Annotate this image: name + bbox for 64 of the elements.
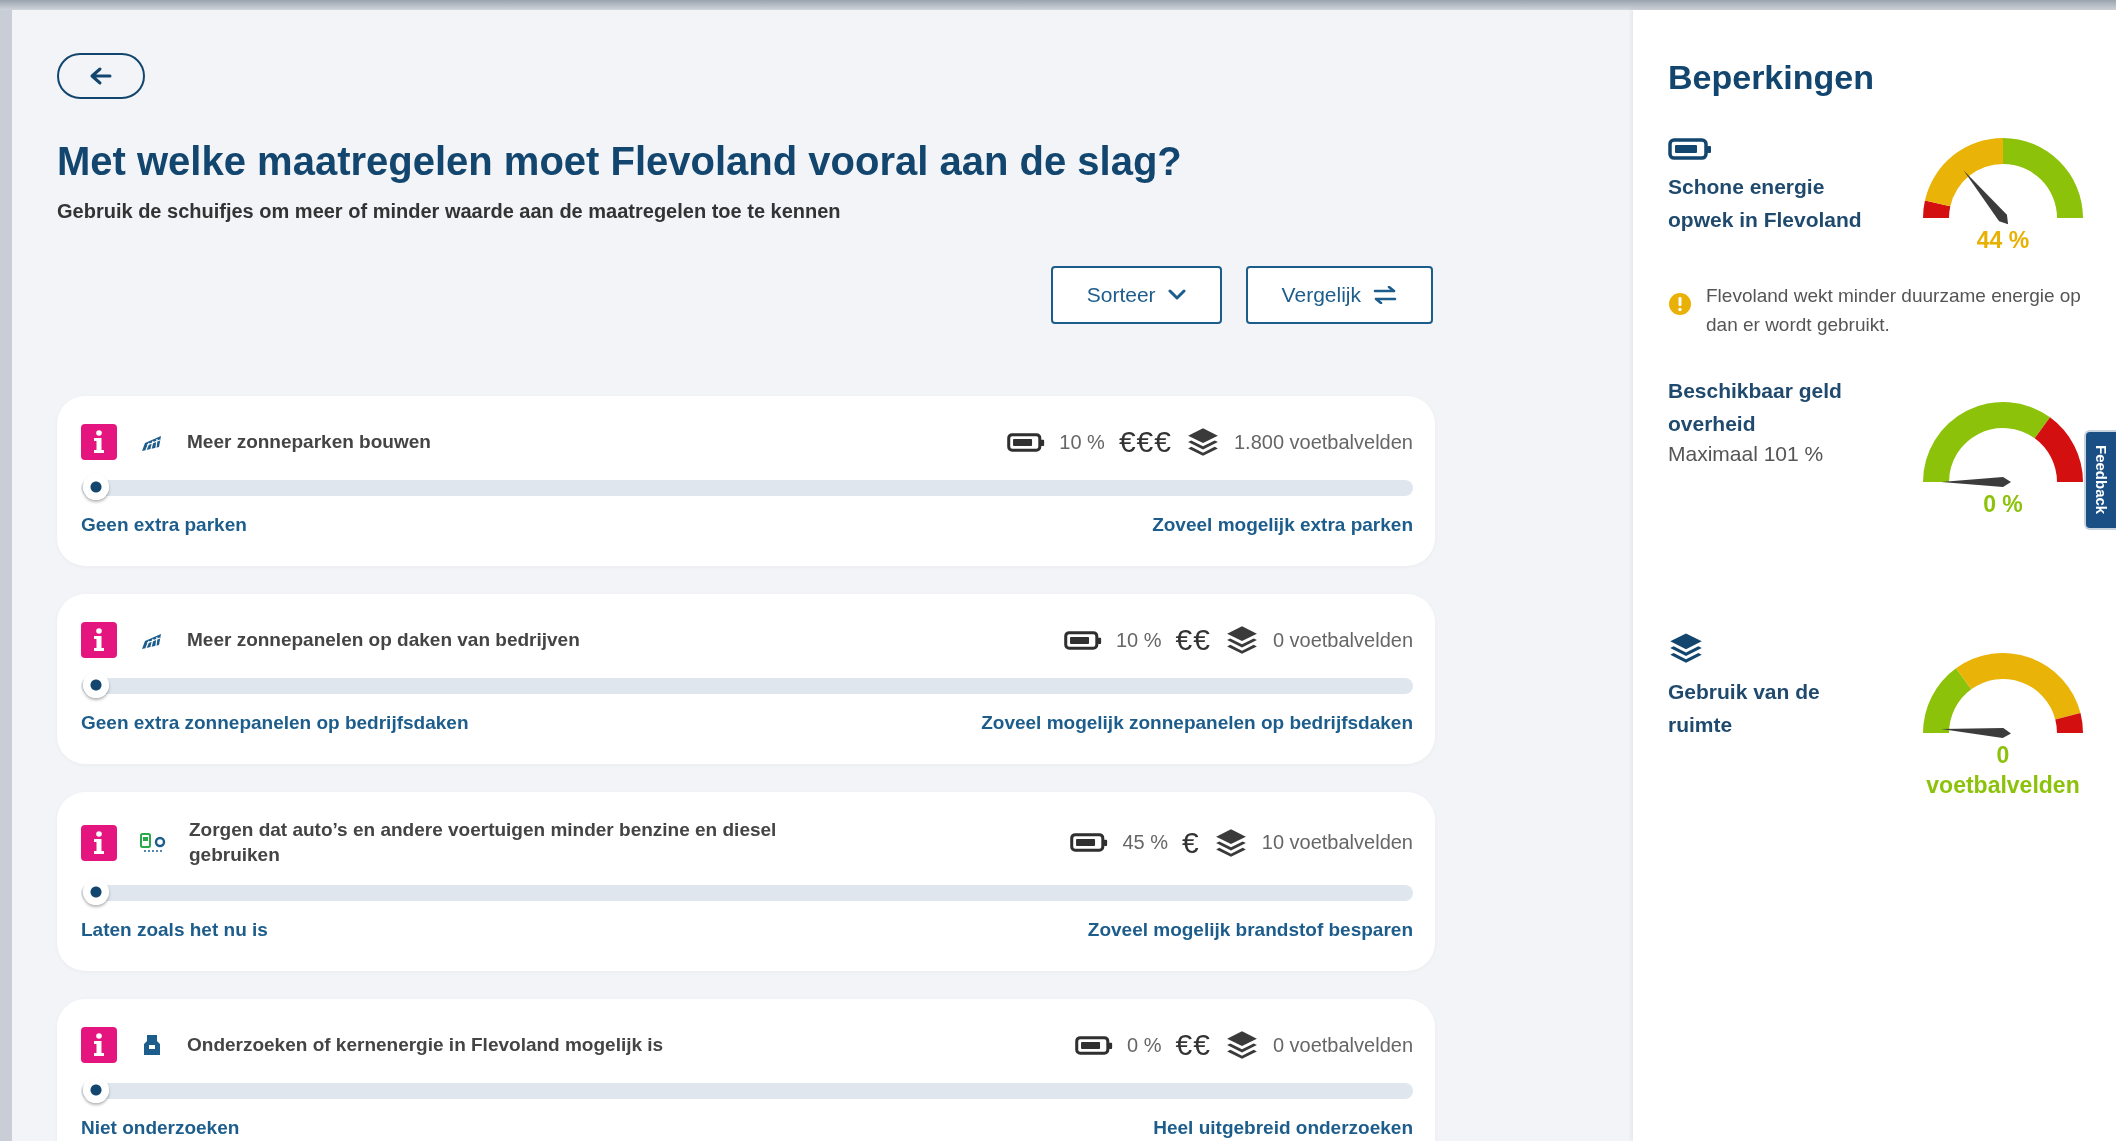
info-icon [81,824,117,861]
feedback-tab[interactable]: Feedback [2084,430,2116,530]
energy-share: 45 % [1122,831,1169,855]
slider-max-label: Zoveel mogelijk extra parken [1152,514,1413,536]
info-button[interactable] [81,824,117,861]
swap-arrows-icon [1373,286,1397,304]
info-icon [81,1027,117,1064]
gauge-reading: 44 % [1976,226,2030,256]
energy-share: 10 % [1115,628,1162,652]
slider-min-label: Niet onderzoeken [81,1117,240,1140]
gauge-reading: 0 voetbalvelden [1925,740,2081,800]
slider-min-label: Geen extra zonnepanelen op bedrijfsdaken [81,712,469,734]
info-icon [81,622,117,658]
energy-share: 10 % [1059,430,1105,454]
constraint-note: Maximaal 101 % [1668,442,1825,467]
battery-icon [1668,137,1712,162]
chevron-down-icon [1167,289,1186,301]
info-button[interactable] [81,1027,117,1064]
slider-thumb[interactable] [83,1077,109,1104]
slider-min-label: Laten zoals het nu is [81,919,268,942]
battery-icon [1007,431,1046,453]
energy-share: 0 % [1127,1033,1162,1057]
constraint-title: Gebruik van de ruimte [1668,678,1821,738]
page-title: Met welke maatregelen moet Flevoland vooral aan de slag? [57,139,1183,184]
cost-indicator: €€€ [1118,425,1172,459]
panel-title: Beperkingen [1668,58,1875,97]
slider-track[interactable] [81,672,1413,700]
info-button[interactable] [81,424,117,460]
layers-icon [1224,623,1259,657]
info-icon [81,424,117,460]
space-usage: 1.800 voetbalvelden [1233,430,1413,454]
sort-button[interactable]: Sorteer [1050,266,1222,324]
slider-thumb[interactable] [83,879,109,906]
cost-indicator: €€ [1175,1028,1211,1063]
measure-title: Meer zonnepanelen op daken van bedrijven [187,627,580,652]
slider-track[interactable] [81,474,1413,502]
warning-icon [1668,292,1692,317]
slider-max-label: Zoveel mogelijk brandstof besparen [1087,919,1413,942]
warning-text: Flevoland wekt minder duurzame energie op dan er wordt gebruikt. [1706,284,2082,337]
layers-icon [1185,425,1220,459]
info-button[interactable] [81,622,117,658]
measure-title: Meer zonneparken bouwen [187,429,431,454]
battery-icon [1070,832,1109,854]
slider-max-label: Heel uitgebreid onderzoeken [1153,1117,1413,1140]
measure-title: Onderzoeken of kernenergie in Flevoland mogelijk is [187,1033,664,1058]
measure-title: Zorgen dat auto’s en andere voertuigen minder benzine en diesel gebruiken [189,818,778,867]
slider-thumb[interactable] [83,672,109,698]
gauge-reading: 0 % [1983,490,2023,520]
slider-thumb[interactable] [83,474,109,500]
back-arrow-icon [88,66,114,86]
page-subtitle: Gebruik de schuifjes om meer of minder waarde aan de maatregelen toe te kennen [57,200,842,223]
slider-min-label: Geen extra parken [81,514,247,536]
constraint-title: Schone energie opwek in Flevoland [1668,174,1863,233]
back-button[interactable] [57,53,145,99]
slider-max-label: Zoveel mogelijk zonnepanelen op bedrijfsdaken [981,712,1413,734]
space-usage: 10 voetbalvelden [1261,831,1413,855]
space-usage: 0 voetbalvelden [1272,628,1413,652]
battery-icon [1075,1034,1114,1056]
battery-icon [1063,629,1102,651]
compare-button[interactable]: Vergelijk [1245,266,1433,324]
cost-indicator: €€ [1175,623,1211,657]
space-usage: 0 voetbalvelden [1272,1033,1413,1057]
cost-indicator: € [1182,825,1200,860]
constraint-title: Beschikbaar geld overheid [1668,378,1843,437]
